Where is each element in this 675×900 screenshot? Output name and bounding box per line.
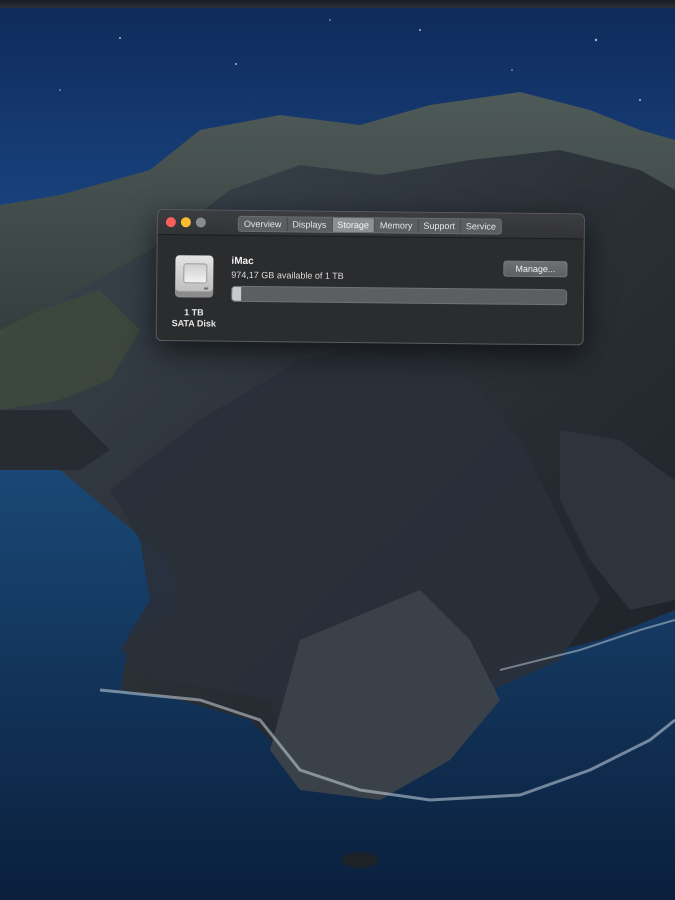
disk-type-label: SATA Disk	[171, 318, 217, 329]
drive-led	[204, 287, 209, 290]
drive-face	[183, 263, 208, 284]
storage-panel: 1 TB SATA Disk iMac 974,17 GB available …	[157, 235, 584, 344]
tab-bar: Overview Displays Storage Memory Support…	[237, 215, 503, 235]
hard-drive-icon	[175, 255, 214, 298]
tab-memory[interactable]: Memory	[374, 218, 419, 233]
tab-storage[interactable]: Storage	[332, 217, 375, 233]
close-button[interactable]	[165, 217, 176, 228]
storage-usage-fill	[232, 286, 241, 301]
volume-name: iMac	[231, 255, 254, 268]
desktop-wallpaper	[0, 0, 675, 900]
storage-usage-bar	[231, 285, 568, 306]
manage-button[interactable]: Manage...	[503, 260, 568, 278]
monitor-bezel	[0, 0, 675, 8]
tab-displays[interactable]: Displays	[287, 217, 333, 232]
tab-service[interactable]: Service	[461, 219, 501, 233]
zoom-button[interactable]	[195, 217, 206, 228]
disk-size-label: 1 TB	[184, 307, 204, 318]
tab-support[interactable]: Support	[418, 218, 462, 234]
minimize-button[interactable]	[180, 217, 191, 228]
tab-overview[interactable]: Overview	[238, 216, 288, 232]
about-this-mac-window[interactable]: Overview Displays Storage Memory Support…	[155, 209, 585, 346]
available-space-text: 974,17 GB available of 1 TB	[231, 269, 344, 281]
